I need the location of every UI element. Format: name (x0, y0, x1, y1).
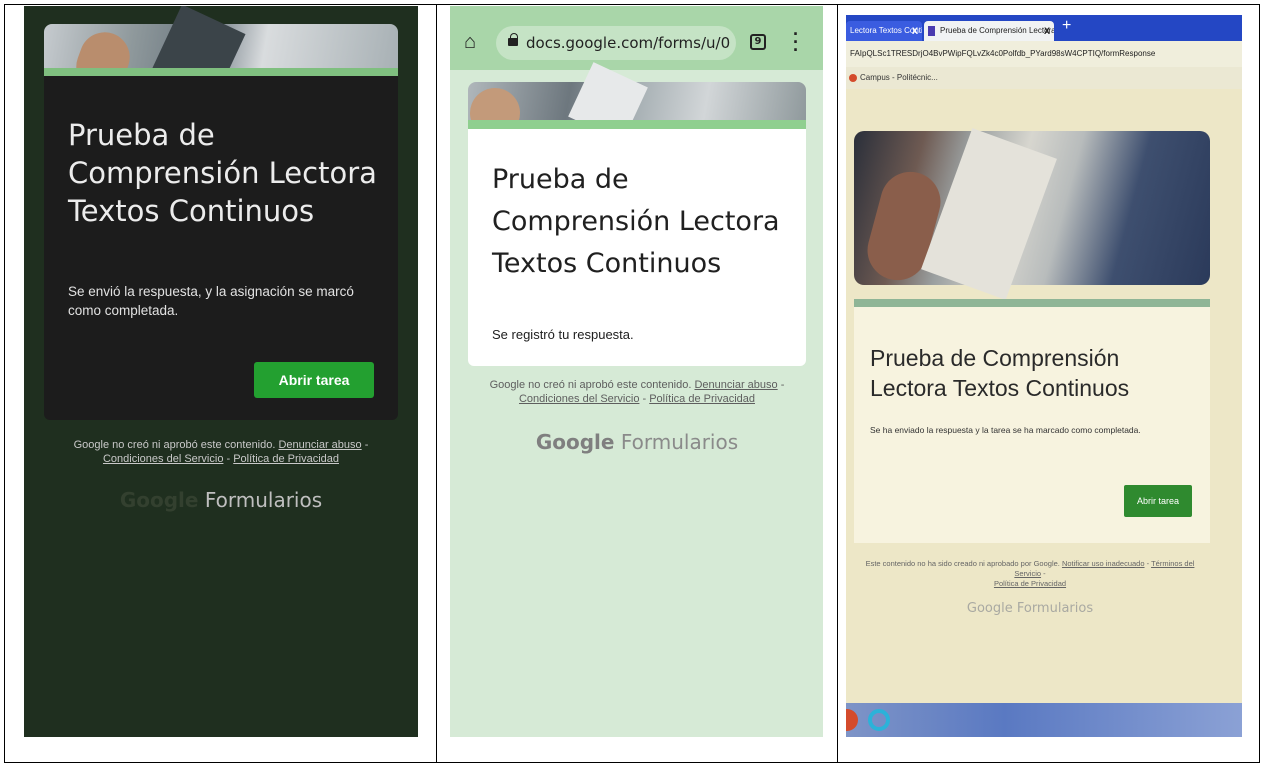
terms-link[interactable]: Condiciones del Servicio (519, 393, 639, 405)
separator: - (639, 393, 650, 405)
terms-link[interactable]: Condiciones del Servicio (103, 453, 223, 465)
new-tab-button[interactable]: + (1062, 17, 1071, 35)
taskbar (846, 703, 1242, 737)
logo-forms: Formularios (204, 488, 323, 512)
logo-google: Google (535, 430, 615, 454)
forms-tab-icon (928, 26, 935, 36)
panel-light-mobile: ⌂ docs.google.com/forms/u/0 9 · · · Prueba… (450, 6, 823, 737)
header-image (44, 6, 398, 99)
panel-desktop-photo: Lectora Textos Conti X Prueba de Compren… (846, 15, 1242, 737)
bookmark-icon (849, 74, 857, 82)
page-content: Prueba de Comprensión Lectora Textos Con… (846, 89, 1242, 703)
logo-forms: Formularios (620, 430, 739, 454)
footer-notice: Google no creó ni aprobó este contenido. (489, 379, 692, 391)
start-icon[interactable] (846, 709, 858, 731)
open-task-button[interactable]: Abrir tarea (254, 362, 374, 398)
confirmation-message: Se envió la respuesta, y la asignación s… (68, 284, 354, 318)
form-card: Prueba de Comprensión Lectora Textos Con… (44, 68, 398, 420)
panel-dark-mobile: Prueba de Comprensión Lectora Textos Con… (24, 6, 418, 737)
form-title: Prueba de Comprensión Lectora Textos Con… (492, 164, 780, 279)
form-footer: Google no creó ni aprobó este contenido.… (474, 378, 800, 406)
header-image (462, 62, 806, 146)
bookmark-item[interactable]: Campus - Politécnic... (860, 73, 938, 82)
google-forms-logo[interactable]: Google Formularios (860, 601, 1200, 616)
form-footer: Este contenido no ha sido creado ni apro… (860, 559, 1200, 589)
form-title: Prueba de Comprensión Lectora Textos Con… (68, 118, 377, 228)
separator: - (1041, 569, 1046, 578)
close-icon[interactable]: X (912, 21, 918, 41)
form-card: Prueba de Comprensión Lectora Textos Con… (468, 120, 806, 366)
bookmarks-bar: Campus - Politécnic... (846, 67, 1242, 89)
confirmation-message: Se registró tu respuesta. (492, 327, 634, 342)
report-link[interactable]: Notificar uso inadecuado (1062, 559, 1145, 568)
footer-notice: Google no creó ni aprobó este contenido. (73, 439, 276, 451)
tab-title: Prueba de Comprensión Lectora (940, 26, 1054, 35)
form-card: Prueba de Comprensión Lectora Textos Con… (854, 299, 1210, 543)
report-abuse-link[interactable]: Denunciar abuso (694, 379, 777, 391)
divider (837, 5, 838, 762)
tabs-counter-icon[interactable]: 9 (750, 34, 766, 50)
separator: - (361, 439, 369, 451)
separator: - (777, 379, 785, 391)
browser-tab-active[interactable]: Prueba de Comprensión Lectora X (924, 21, 1054, 41)
google-forms-logo[interactable]: Google Formularios (474, 430, 800, 454)
form-title: Prueba de Comprensión Lectora Textos Con… (870, 345, 1130, 401)
menu-dots-icon[interactable]: · · · (791, 25, 801, 59)
privacy-link[interactable]: Política de Privacidad (233, 453, 339, 465)
home-icon[interactable]: ⌂ (464, 32, 476, 52)
close-icon[interactable]: X (1044, 21, 1050, 41)
logo-google: Google (119, 488, 199, 512)
address-bar[interactable]: FAIpQLSc1TRESDrjO4BvPWipFQLvZk4c0Polfdb_… (846, 41, 1242, 67)
phone-image (921, 128, 1057, 300)
url-text: docs.google.com/forms/u/0 (526, 34, 731, 52)
privacy-link[interactable]: Política de Privacidad (994, 579, 1066, 588)
lock-icon (508, 33, 518, 46)
separator: - (223, 453, 234, 465)
browser-tab-bar: Lectora Textos Conti X Prueba de Compren… (846, 15, 1242, 41)
footer-notice: Este contenido no ha sido creado ni apro… (865, 559, 1060, 568)
browser-tab[interactable]: Lectora Textos Conti X (846, 21, 922, 41)
browser-toolbar: ⌂ docs.google.com/forms/u/0 9 · · · (450, 6, 823, 70)
report-abuse-link[interactable]: Denunciar abuso (278, 439, 361, 451)
confirmation-message: Se ha enviado la respuesta y la tarea se… (870, 425, 1141, 435)
google-forms-logo[interactable]: Google Formularios (58, 488, 384, 512)
open-task-button[interactable]: Abrir tarea (1124, 485, 1192, 517)
privacy-link[interactable]: Política de Privacidad (649, 393, 755, 405)
edge-icon[interactable] (868, 709, 890, 731)
form-footer: Google no creó ni aprobó este contenido.… (58, 438, 384, 466)
header-image (854, 128, 1210, 300)
divider (436, 5, 437, 762)
address-bar[interactable]: docs.google.com/forms/u/0 (496, 26, 736, 60)
